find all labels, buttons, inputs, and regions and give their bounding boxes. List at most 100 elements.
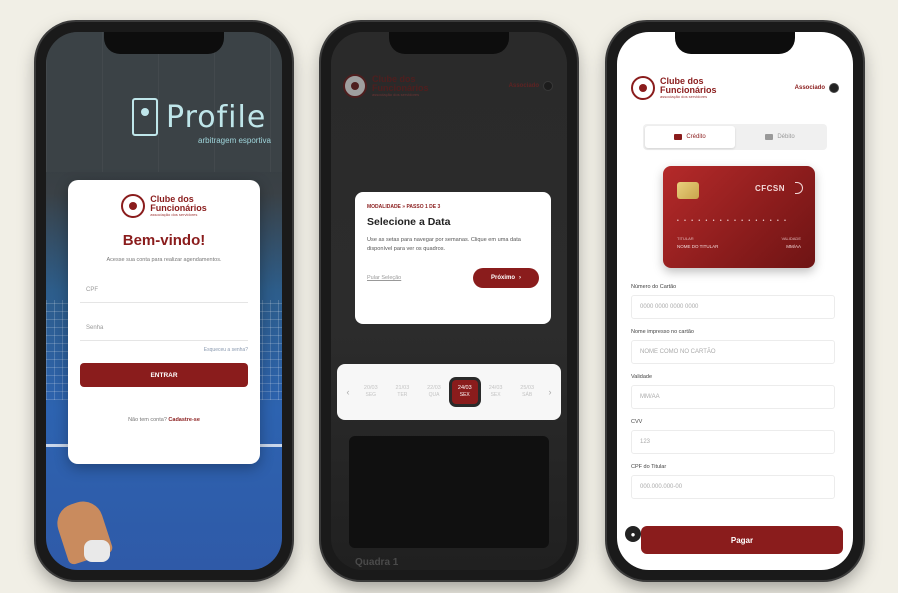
phone-notch xyxy=(104,32,224,54)
day-weekday: SÁB xyxy=(522,392,533,399)
court-title: Quadra 1 xyxy=(355,557,399,568)
day-weekday: SEX xyxy=(490,392,501,399)
login-card: Clube dos Funcionários associação dos se… xyxy=(68,180,260,464)
tab-debit[interactable]: Débito xyxy=(735,126,825,148)
signup-row: Não tem conta? Cadastre-se xyxy=(80,417,248,423)
app-header: Clube dos Funcionários associação dos se… xyxy=(631,76,839,100)
cpf-input[interactable]: 000.000.000-00 xyxy=(631,475,835,499)
club-seal-icon xyxy=(121,194,146,218)
day-weekday: SEG xyxy=(365,392,377,399)
signup-prompt: Não tem conta? xyxy=(128,417,167,423)
card-name-input[interactable]: NOME COMO NO CARTÃO xyxy=(631,340,835,364)
card-number-input[interactable]: 0000 0000 0000 0000 xyxy=(631,295,835,319)
day-item[interactable]: 22/03 QUA xyxy=(420,384,448,400)
day-item[interactable]: 24/03 SEX xyxy=(482,384,510,400)
day-number: 24/03 xyxy=(488,385,503,392)
club-seal-icon xyxy=(631,76,655,100)
day-item-selected[interactable]: 24/03 SEX xyxy=(451,380,478,404)
card-valid-label: VALIDADE xyxy=(781,236,802,241)
cpf-input[interactable]: CPF xyxy=(80,277,248,303)
player-shoe xyxy=(84,540,110,562)
payment-screen: Clube dos Funcionários associação dos se… xyxy=(617,32,853,570)
brand-sub: associação dos servidores xyxy=(150,212,198,217)
forgot-password-link[interactable]: Esqueceu a senha? xyxy=(80,347,248,353)
court-preview xyxy=(349,436,549,548)
credit-card-preview: CFCSN • • • • • • • • • • • • • • • • TI… xyxy=(663,166,815,268)
day-item[interactable]: 21/03 TER xyxy=(389,384,417,400)
next-label: Próximo xyxy=(490,274,515,281)
brand-logo: Clube dos Funcionários associação dos se… xyxy=(343,74,429,98)
cvv-input[interactable]: 123 xyxy=(631,430,835,454)
cvv-label: CVV xyxy=(631,419,643,425)
debit-card-icon xyxy=(765,134,774,140)
day-weekday: QUA xyxy=(428,392,440,399)
gym-sign: Profile xyxy=(132,98,266,136)
card-valid: MM/AA xyxy=(786,244,801,249)
app-header: Clube dos Funcionários associação dos se… xyxy=(343,74,553,98)
day-number: 20/03 xyxy=(363,385,378,392)
enter-button[interactable]: ENTRAR xyxy=(80,363,248,387)
arrow-right-icon: › xyxy=(519,274,521,281)
chevron-right-icon[interactable]: › xyxy=(545,387,555,397)
brand-logo: Clube dos Funcionários associação dos se… xyxy=(80,194,248,218)
phone-notch xyxy=(675,32,795,54)
cpf-label: CPF do Titular xyxy=(631,464,667,470)
associate-label: Associado xyxy=(508,83,539,89)
club-seal-icon xyxy=(343,74,367,98)
phone-notch xyxy=(389,32,509,54)
skip-link[interactable]: Pular Seleção xyxy=(367,275,401,281)
password-input[interactable]: Senha xyxy=(80,315,248,341)
user-icon xyxy=(829,83,839,93)
associate-label: Associado xyxy=(794,85,825,91)
user-menu[interactable]: Associado xyxy=(509,81,553,91)
chevron-left-icon[interactable]: ‹ xyxy=(343,387,353,397)
payment-tabs: Crédito Débito xyxy=(643,124,827,150)
brand-logo: Clube dos Funcionários associação dos se… xyxy=(631,76,717,100)
card-holder-label: TITULAR xyxy=(677,236,694,241)
card-chip-icon xyxy=(677,182,699,199)
brand-sub: associação dos servidores xyxy=(660,94,708,99)
welcome-title: Bem-vindo! xyxy=(122,232,206,249)
expiry-input[interactable]: MM/AA xyxy=(631,385,835,409)
pay-button[interactable]: Pagar xyxy=(641,526,843,554)
card-number-label: Número do Cartão xyxy=(631,284,677,290)
tour-step: MODALIDADE » PASSO 1 DE 3 xyxy=(367,204,441,210)
tour-text: Use as setas para navegar por semanas. C… xyxy=(367,237,521,252)
phone-schedule: Clube dos Funcionários associação dos se… xyxy=(321,22,577,580)
day-weekday: TER xyxy=(397,392,408,399)
gym-sign-sub: arbitragem esportiva xyxy=(198,136,271,145)
tour-card: MODALIDADE » PASSO 1 DE 3 Selecione a Da… xyxy=(355,192,551,324)
card-brand: CFCSN xyxy=(754,184,785,193)
phone-payment: Clube dos Funcionários associação dos se… xyxy=(607,22,863,580)
date-picker: ‹ 20/03 SEG 21/03 TER 22/03 QUA 24/03 SEX 24… xyxy=(337,364,561,420)
credit-card-icon xyxy=(674,134,683,140)
day-item[interactable]: 25/03 SÁB xyxy=(513,384,541,400)
gym-sign-text: Profile xyxy=(166,99,267,135)
tab-credit[interactable]: Crédito xyxy=(645,126,735,148)
day-number: 21/03 xyxy=(395,385,410,392)
card-name-label: Nome impresso no cartão xyxy=(631,329,694,335)
contactless-icon xyxy=(795,182,803,194)
day-weekday: SEX xyxy=(459,392,470,399)
expiry-label: Validade xyxy=(631,374,652,380)
player-icon xyxy=(132,98,158,136)
brand-sub: associação dos servidores xyxy=(372,92,420,97)
card-holder: NOME DO TITULAR xyxy=(677,244,719,249)
day-number: 24/03 xyxy=(457,385,472,392)
day-number: 22/03 xyxy=(427,385,441,392)
login-screen: Profile arbitragem esportiva Clube dos F… xyxy=(46,32,282,570)
next-button[interactable]: Próximo › xyxy=(473,267,539,288)
tour-title: Selecione a Data xyxy=(367,216,451,228)
user-menu[interactable]: Associado xyxy=(795,83,839,93)
tab-debit-label: Débito xyxy=(777,134,795,140)
schedule-screen: Clube dos Funcionários associação dos se… xyxy=(331,32,567,570)
payment-form: Número do Cartão 0000 0000 0000 0000 Nom… xyxy=(631,284,835,499)
signup-link[interactable]: Cadastre-se xyxy=(168,417,200,423)
help-icon[interactable]: ● xyxy=(625,526,641,542)
user-icon xyxy=(543,81,553,91)
phone-login: Profile arbitragem esportiva Clube dos F… xyxy=(36,22,292,580)
day-item[interactable]: 20/03 SEG xyxy=(357,384,385,400)
card-number: • • • • • • • • • • • • • • • • xyxy=(677,218,788,224)
tab-credit-label: Crédito xyxy=(686,134,706,140)
welcome-subtitle: Acesse sua conta para realizar agendamen… xyxy=(106,257,222,263)
